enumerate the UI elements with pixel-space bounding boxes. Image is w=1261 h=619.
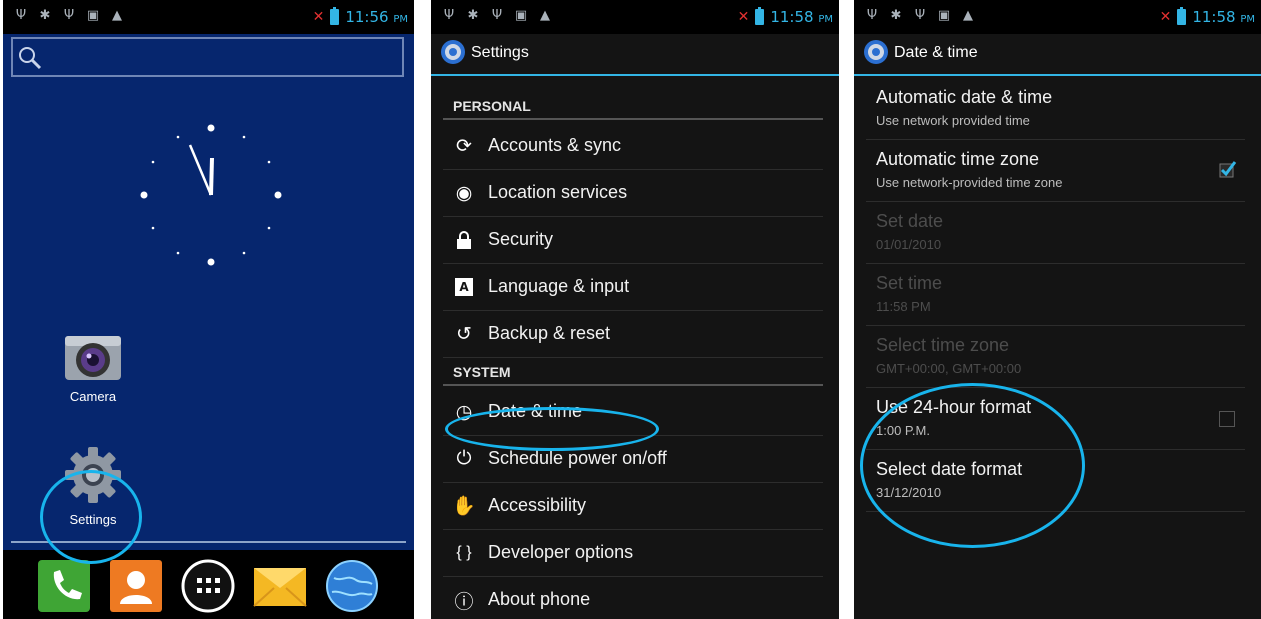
checkbox-checked-icon[interactable] <box>1217 159 1237 179</box>
status-clock: 11:58 PM <box>770 8 833 26</box>
camera-icon <box>65 336 121 380</box>
action-bar: Date & time <box>854 34 1261 76</box>
usb-icon: Ψ <box>15 7 27 23</box>
status-bar[interactable]: Ψ ✱ Ψ ▣ ▲ ✕ 11:56 PM <box>3 0 414 34</box>
pref-set-date[interactable]: Set date 01/01/2010 <box>866 201 1245 264</box>
keyboard-icon: A <box>453 276 475 298</box>
usb-icon: Ψ <box>914 7 926 23</box>
settings-item-security[interactable]: Security <box>443 217 823 264</box>
status-right: ✕ 11:58 PM <box>1159 7 1255 26</box>
battery-icon <box>755 7 765 25</box>
action-bar: Settings <box>431 34 839 76</box>
highlight-date-time <box>445 407 659 451</box>
no-sim-icon: ✕ <box>737 9 750 25</box>
location-icon: ◉ <box>455 182 473 204</box>
mail-icon: ▣ <box>937 7 951 23</box>
camera-app[interactable]: Camera <box>58 330 128 404</box>
section-header-personal: PERSONAL <box>443 98 823 120</box>
no-sim-icon: ✕ <box>1159 9 1172 25</box>
mail-icon: ▣ <box>86 7 100 23</box>
power-schedule-icon: ⏻ <box>456 448 472 469</box>
notification-icons: Ψ ✱ Ψ ▣ ▲ <box>13 7 125 23</box>
browser-globe-icon[interactable] <box>324 558 380 614</box>
settings-item-backup[interactable]: ↺ Backup & reset <box>443 311 823 358</box>
status-clock: 11:58 PM <box>1192 8 1255 26</box>
status-clock: 11:56 PM <box>345 8 408 26</box>
pref-set-time[interactable]: Set time 11:58 PM <box>866 263 1245 326</box>
highlight-date-format <box>860 383 1085 548</box>
info-icon: ⓘ <box>454 591 474 613</box>
home-screen: Ψ ✱ Ψ ▣ ▲ ✕ 11:56 PM Camera Settings <box>3 0 414 619</box>
notification-icons: Ψ ✱ Ψ ▣ ▲ <box>441 7 553 23</box>
warning-icon: ▲ <box>963 7 973 23</box>
highlight-settings-app <box>40 470 142 564</box>
no-sim-icon: ✕ <box>312 9 325 25</box>
settings-item-language[interactable]: A Language & input <box>443 264 823 311</box>
status-right: ✕ 11:56 PM <box>312 7 408 26</box>
pref-automatic-date-time[interactable]: Automatic date & time Use network provid… <box>866 77 1245 140</box>
sync-icon: ⟳ <box>456 135 472 157</box>
checkbox-unchecked[interactable] <box>1219 411 1235 427</box>
battery-icon <box>1177 7 1187 25</box>
settings-item-accounts-sync[interactable]: ⟳ Accounts & sync <box>443 123 823 170</box>
status-right: ✕ 11:58 PM <box>737 7 833 26</box>
warning-icon: ▲ <box>112 7 122 23</box>
page-title: Settings <box>471 44 529 61</box>
page-title: Date & time <box>894 44 978 61</box>
settings-screen: Ψ ✱ Ψ ▣ ▲ ✕ 11:58 PM Settings PERSONAL ⟳… <box>431 0 839 619</box>
date-time-screen: Ψ ✱ Ψ ▣ ▲ ✕ 11:58 PM Date & time Automat… <box>854 0 1261 619</box>
settings-gear-icon[interactable] <box>863 39 889 65</box>
contacts-icon[interactable] <box>108 558 164 614</box>
notification-icons: Ψ ✱ Ψ ▣ ▲ <box>864 7 976 23</box>
settings-item-about[interactable]: ⓘ About phone <box>443 577 823 619</box>
backup-icon: ↺ <box>456 323 472 345</box>
android-debug-icon: ✱ <box>890 7 902 23</box>
pref-automatic-time-zone[interactable]: Automatic time zone Use network-provided… <box>866 139 1245 202</box>
search-icon <box>19 47 42 70</box>
svg-text:A: A <box>459 280 469 294</box>
android-debug-icon: ✱ <box>39 7 51 23</box>
phone-icon[interactable] <box>36 558 92 614</box>
dock <box>3 550 414 619</box>
app-drawer-icon[interactable] <box>180 558 236 614</box>
settings-item-accessibility[interactable]: ✋ Accessibility <box>443 483 823 530</box>
battery-icon <box>330 7 340 25</box>
usb-icon: Ψ <box>866 7 878 23</box>
mail-icon: ▣ <box>514 7 528 23</box>
settings-gear-icon[interactable] <box>440 39 466 65</box>
status-bar[interactable]: Ψ ✱ Ψ ▣ ▲ ✕ 11:58 PM <box>854 0 1261 34</box>
messaging-icon[interactable] <box>252 558 308 614</box>
settings-item-developer[interactable]: { } Developer options <box>443 530 823 577</box>
hand-icon: ✋ <box>452 496 476 517</box>
pref-select-time-zone[interactable]: Select time zone GMT+00:00, GMT+00:00 <box>866 325 1245 388</box>
status-bar[interactable]: Ψ ✱ Ψ ▣ ▲ ✕ 11:58 PM <box>431 0 839 34</box>
search-bar[interactable] <box>11 37 404 77</box>
android-debug-icon: ✱ <box>467 7 479 23</box>
analog-clock-widget[interactable] <box>136 120 286 270</box>
settings-item-location[interactable]: ◉ Location services <box>443 170 823 217</box>
usb-icon: Ψ <box>491 7 503 23</box>
usb-icon: Ψ <box>443 7 455 23</box>
usb-icon: Ψ <box>63 7 75 23</box>
warning-icon: ▲ <box>540 7 550 23</box>
lock-icon <box>453 229 475 251</box>
braces-icon: { } <box>456 544 472 561</box>
section-header-system: SYSTEM <box>443 364 823 386</box>
